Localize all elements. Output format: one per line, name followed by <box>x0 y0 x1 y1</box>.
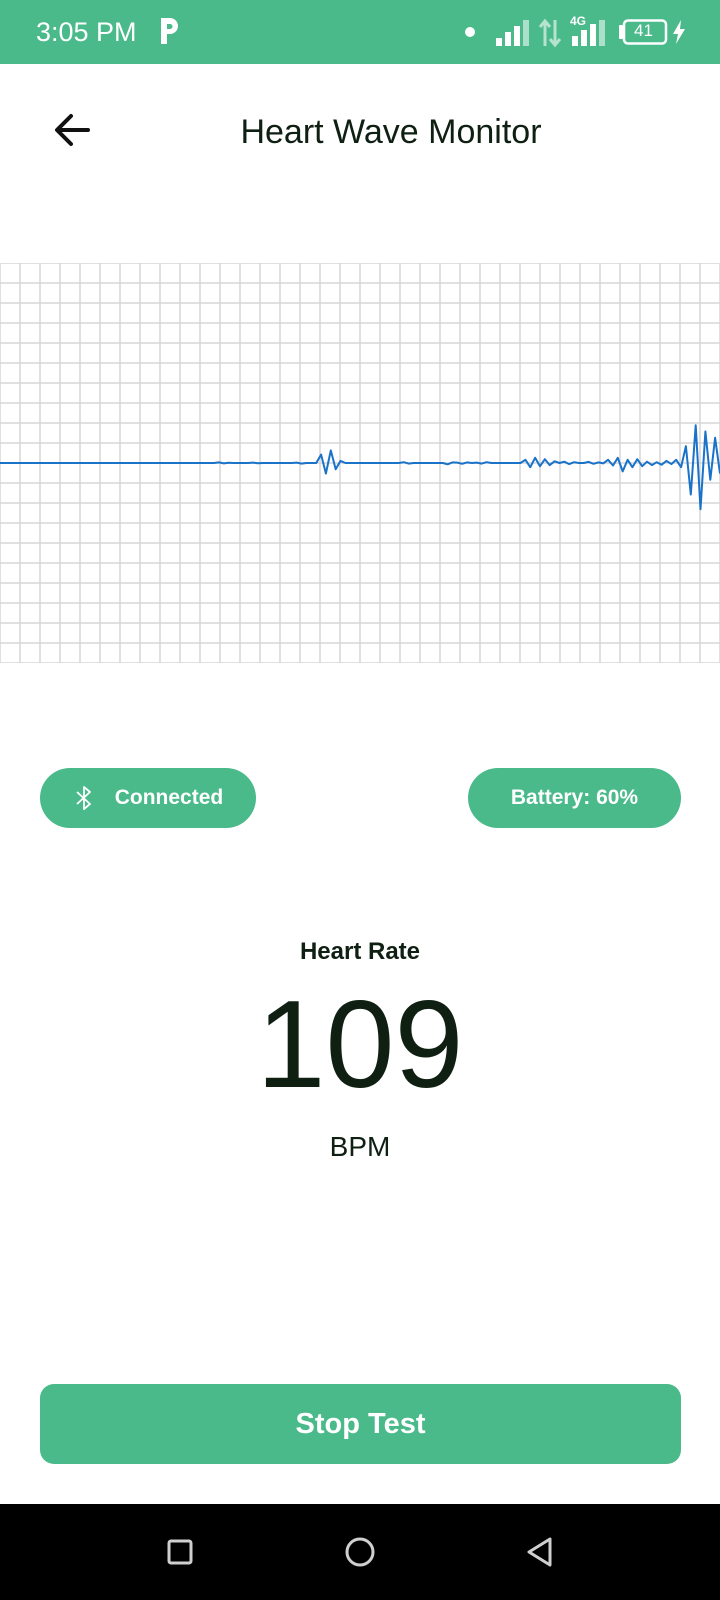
heart-rate-value: 109 <box>256 976 464 1114</box>
home-button[interactable] <box>338 1530 382 1574</box>
stop-test-button[interactable]: Stop Test <box>40 1384 681 1464</box>
dot-icon <box>465 27 475 37</box>
circle-home-icon <box>345 1537 375 1567</box>
back-nav-button[interactable] <box>518 1530 562 1574</box>
signal-icon <box>496 20 529 46</box>
square-recents-icon <box>167 1539 193 1565</box>
bluetooth-icon <box>73 785 95 811</box>
heart-rate-label: Heart Rate <box>299 938 421 965</box>
page-title: Heart Wave Monitor <box>240 113 542 151</box>
battery-status-pill: Battery: 60% <box>468 768 681 828</box>
heart-rate-unit: BPM <box>329 1131 391 1162</box>
charging-bolt-icon <box>673 20 685 44</box>
system-nav-bar <box>0 1504 720 1600</box>
parking-icon <box>161 18 178 44</box>
status-icons: 4G 41 <box>420 0 720 64</box>
battery-level: 41 <box>634 21 653 40</box>
signal-4g-icon <box>572 20 605 46</box>
status-time: 3:05 PM <box>36 17 137 47</box>
app-bar: Heart Wave Monitor <box>0 64 720 210</box>
recents-button[interactable] <box>158 1530 202 1574</box>
data-arrows-icon <box>538 18 562 48</box>
battery-status-label: Battery: 60% <box>510 786 639 809</box>
connection-status-label: Connected <box>114 786 224 809</box>
triangle-back-icon <box>527 1537 552 1567</box>
connection-status-pill: Connected <box>40 768 256 828</box>
status-bar: 3:05 PM 4G 41 <box>0 0 720 64</box>
heart-wave-chart <box>0 263 720 663</box>
